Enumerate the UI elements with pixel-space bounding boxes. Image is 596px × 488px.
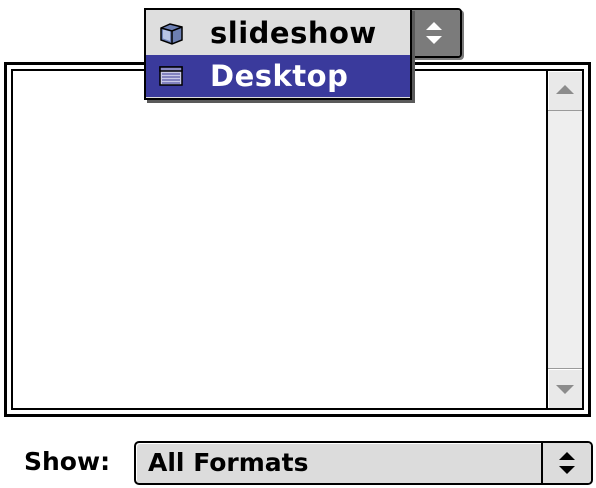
format-select-stepper[interactable] bbox=[541, 443, 591, 483]
file-list-scrollbar[interactable] bbox=[546, 71, 582, 408]
menu-item-desktop[interactable]: Desktop bbox=[146, 55, 410, 97]
open-dialog: slideshow Desktop Show: All Formats bbox=[0, 0, 596, 488]
show-label: Show: bbox=[24, 447, 111, 476]
format-select-value: All Formats bbox=[148, 448, 309, 477]
menu-item-label: Desktop bbox=[210, 59, 349, 93]
scroll-up-button[interactable] bbox=[548, 71, 582, 111]
scroll-up-arrow-icon bbox=[556, 85, 574, 94]
menu-item-slideshow[interactable]: slideshow bbox=[146, 12, 410, 54]
format-select[interactable]: All Formats bbox=[134, 441, 593, 485]
folder-popup-stepper[interactable] bbox=[406, 10, 460, 56]
desktop-icon bbox=[159, 66, 183, 86]
folder-popup-menu: slideshow Desktop bbox=[144, 8, 412, 100]
scroll-down-button[interactable] bbox=[548, 368, 582, 408]
up-down-arrows-icon bbox=[426, 22, 442, 44]
menu-item-label: slideshow bbox=[210, 16, 377, 50]
scroll-track[interactable] bbox=[548, 111, 582, 368]
folder-icon bbox=[160, 23, 183, 45]
file-list[interactable] bbox=[4, 62, 591, 417]
up-down-arrows-icon bbox=[559, 452, 575, 474]
scroll-down-arrow-icon bbox=[556, 385, 574, 394]
file-list-content[interactable] bbox=[11, 69, 584, 410]
